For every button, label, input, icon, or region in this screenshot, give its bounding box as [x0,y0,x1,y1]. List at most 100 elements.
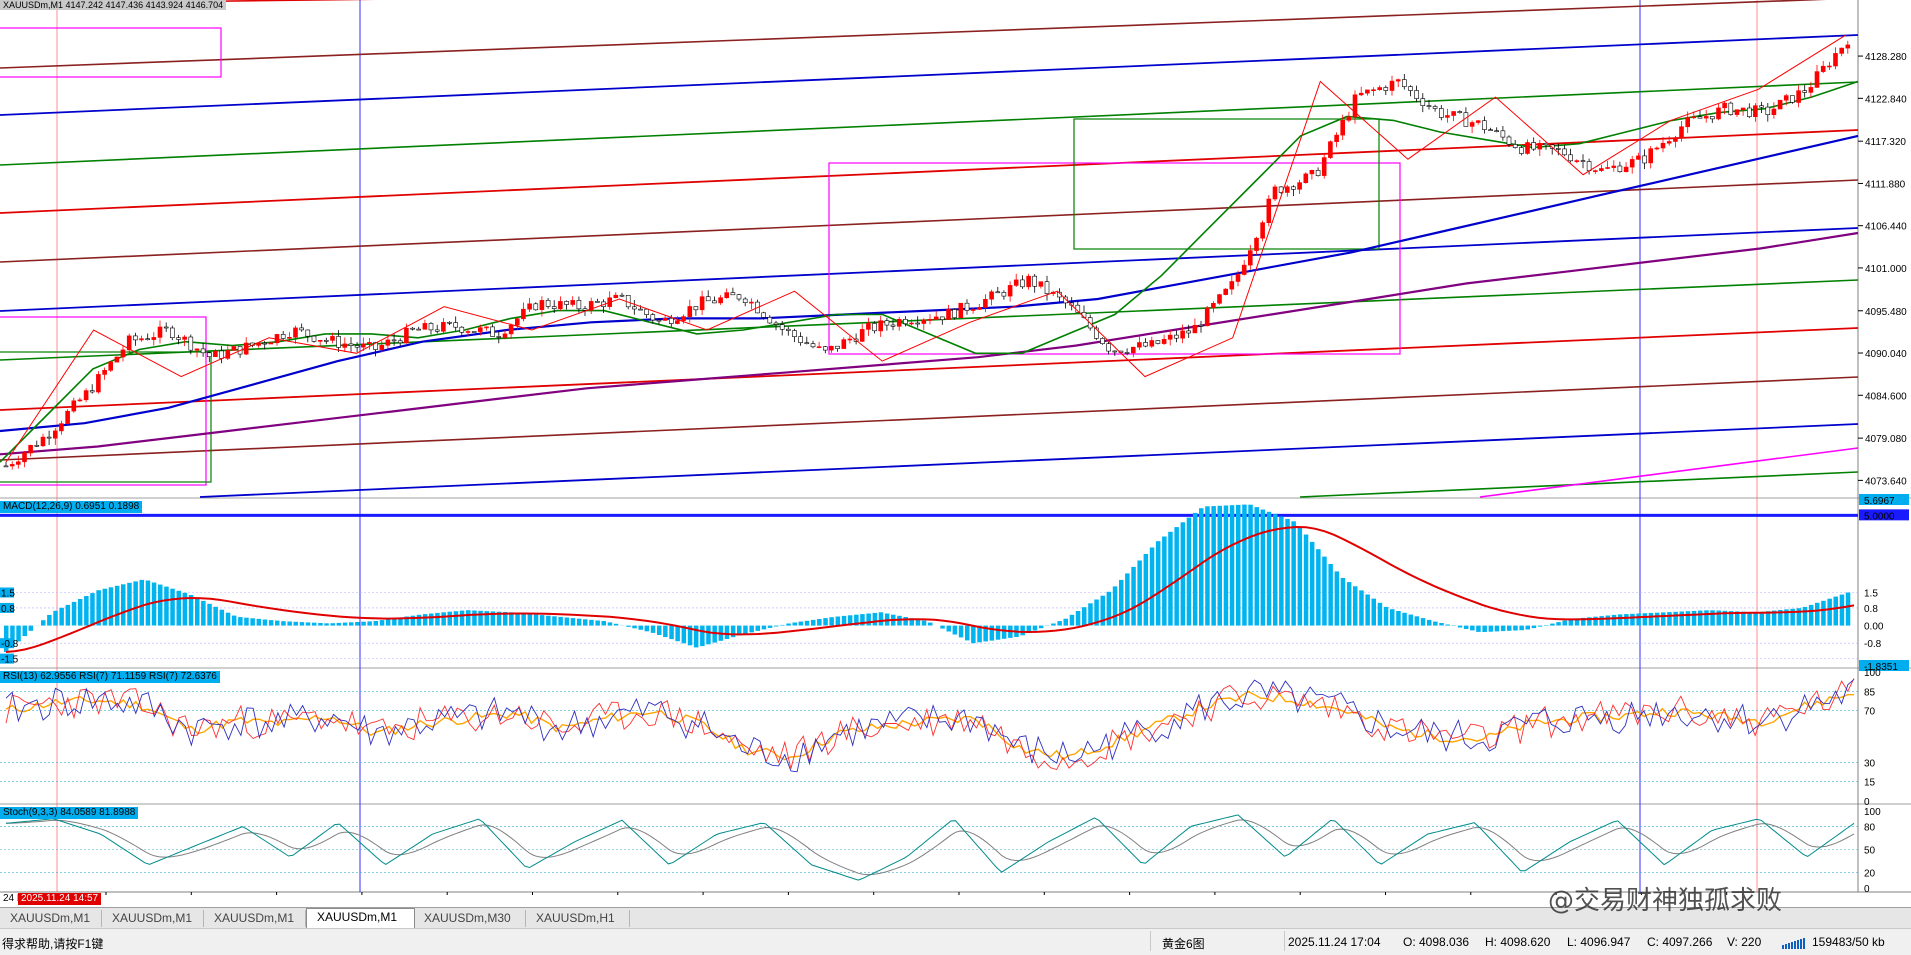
macd-histogram-bar [1002,626,1007,639]
candle-body [1519,148,1523,154]
candle-body [947,310,951,320]
candle-body [109,362,113,370]
candle-body [1556,148,1560,149]
candle-body [1753,106,1757,117]
candle-body [1704,116,1708,118]
candle-body [152,337,156,339]
candle-body [1593,171,1597,172]
candle-body [466,332,470,333]
candle-body [133,336,137,340]
macd-histogram-bar [152,583,157,626]
time-axis-label: 24 Nov 16:38 [592,894,652,895]
candle-body [41,437,45,446]
candle-body [1710,116,1714,119]
candle-body [263,343,267,344]
macd-histogram-bar [1686,611,1691,625]
candle-body [485,327,489,328]
macd-histogram-bar [799,622,804,626]
status-high: H: 4098.620 [1485,935,1550,949]
macd-left-label: -1.5 [1,655,19,666]
candle-body [170,328,174,338]
candle-body [694,307,698,310]
price-axis-label: 4117.320 [1865,137,1906,148]
price-axis-label: 4084.600 [1865,391,1907,402]
candle-body [1784,96,1788,101]
macd-histogram-bar [454,611,459,625]
price-axis-label: 4090.040 [1865,349,1907,360]
macd-histogram-bar [1409,615,1414,626]
macd-signal-line [6,527,1854,652]
macd-histogram-bar [1643,613,1648,625]
tab-6[interactable]: XAUUSDm,H1 [526,910,630,927]
macd-histogram-bar [318,623,323,626]
status-traffic: 159483/50 kb [1812,935,1885,949]
price-axis-label: 4101.000 [1865,264,1907,275]
price-chart[interactable]: 4128.2804122.8404117.3204111.8804106.440… [0,0,1911,895]
macd-histogram-bar [1248,505,1253,626]
candle-body [1008,285,1012,296]
candle-body [220,351,224,359]
macd-histogram-bar [66,605,71,626]
macd-histogram-bar [528,614,533,626]
candle-body [115,357,119,362]
price-axis-label: 4128.280 [1865,52,1907,63]
candle-body [1717,108,1721,119]
candle-body [805,343,809,344]
candle-body [1815,72,1819,88]
macd-histogram-bar [1421,618,1426,626]
candle-body [1267,199,1271,223]
macd-histogram-bar [47,615,52,626]
tab-2[interactable]: XAUUSDm,M1 [102,910,204,927]
macd-histogram-bar [1390,609,1395,625]
candle-body [1304,174,1308,183]
macd-histogram-bar [343,623,348,626]
macd-histogram-bar [1150,548,1155,626]
macd-histogram-bar [614,624,619,626]
macd-histogram-bar [1218,506,1223,626]
macd-histogram-bar [1347,582,1352,625]
macd-histogram-bar [922,621,927,626]
candle-body [632,307,636,309]
candle-body [1150,341,1154,347]
macd-histogram-bar [423,614,428,625]
tab-4[interactable]: XAUUSDm,M1 [306,908,415,929]
tab-3[interactable]: XAUUSDm,M1 [204,910,306,927]
candle-body [1673,138,1677,142]
time-highlight-tag: 2025.11.24 14:57 [18,893,101,905]
rsi-axis-label: 70 [1864,707,1876,718]
candle-body [1427,106,1431,107]
candle-body [404,328,408,343]
tab-1[interactable]: XAUUSDm,M1 [0,910,102,927]
macd-histogram-bar [1076,611,1081,626]
candle-body [977,308,981,310]
macd-histogram-bar [1840,595,1845,626]
candle-body [1045,282,1049,294]
candle-body [897,319,901,326]
candle-body [645,309,649,314]
candle-body [343,344,347,348]
tab-5[interactable]: XAUUSDm,M30 [414,910,526,927]
candle-body [780,325,784,330]
candle-body [571,300,575,304]
candle-body [1236,275,1240,282]
candle-body [1101,338,1105,343]
stoch-axis-label: 100 [1864,807,1881,818]
candle-body [386,340,390,345]
status-profile[interactable]: 黄金6图 [1162,935,1205,952]
candle-body [1328,142,1332,158]
macd-histogram-bar [1402,613,1407,626]
time-axis-label: 24 Nov 15:50 [336,894,396,895]
macd-histogram-bar [947,626,952,632]
macd-histogram-bar [109,587,114,625]
candle-body [1156,341,1160,344]
candle-body [669,318,673,323]
macd-histogram-bar [331,623,336,625]
candle-body [448,322,452,323]
macd-histogram-bar [306,622,311,625]
macd-histogram-bar [823,618,828,625]
macd-histogram-bar [1181,522,1186,625]
macd-histogram-bar [1304,535,1309,626]
macd-histogram-bar [1415,616,1420,625]
chart-area[interactable]: 4128.2804122.8404117.3204111.8804106.440… [0,0,1911,895]
stoch-title: Stoch(9,3,3) 84.0589 81.8988 [0,807,138,819]
